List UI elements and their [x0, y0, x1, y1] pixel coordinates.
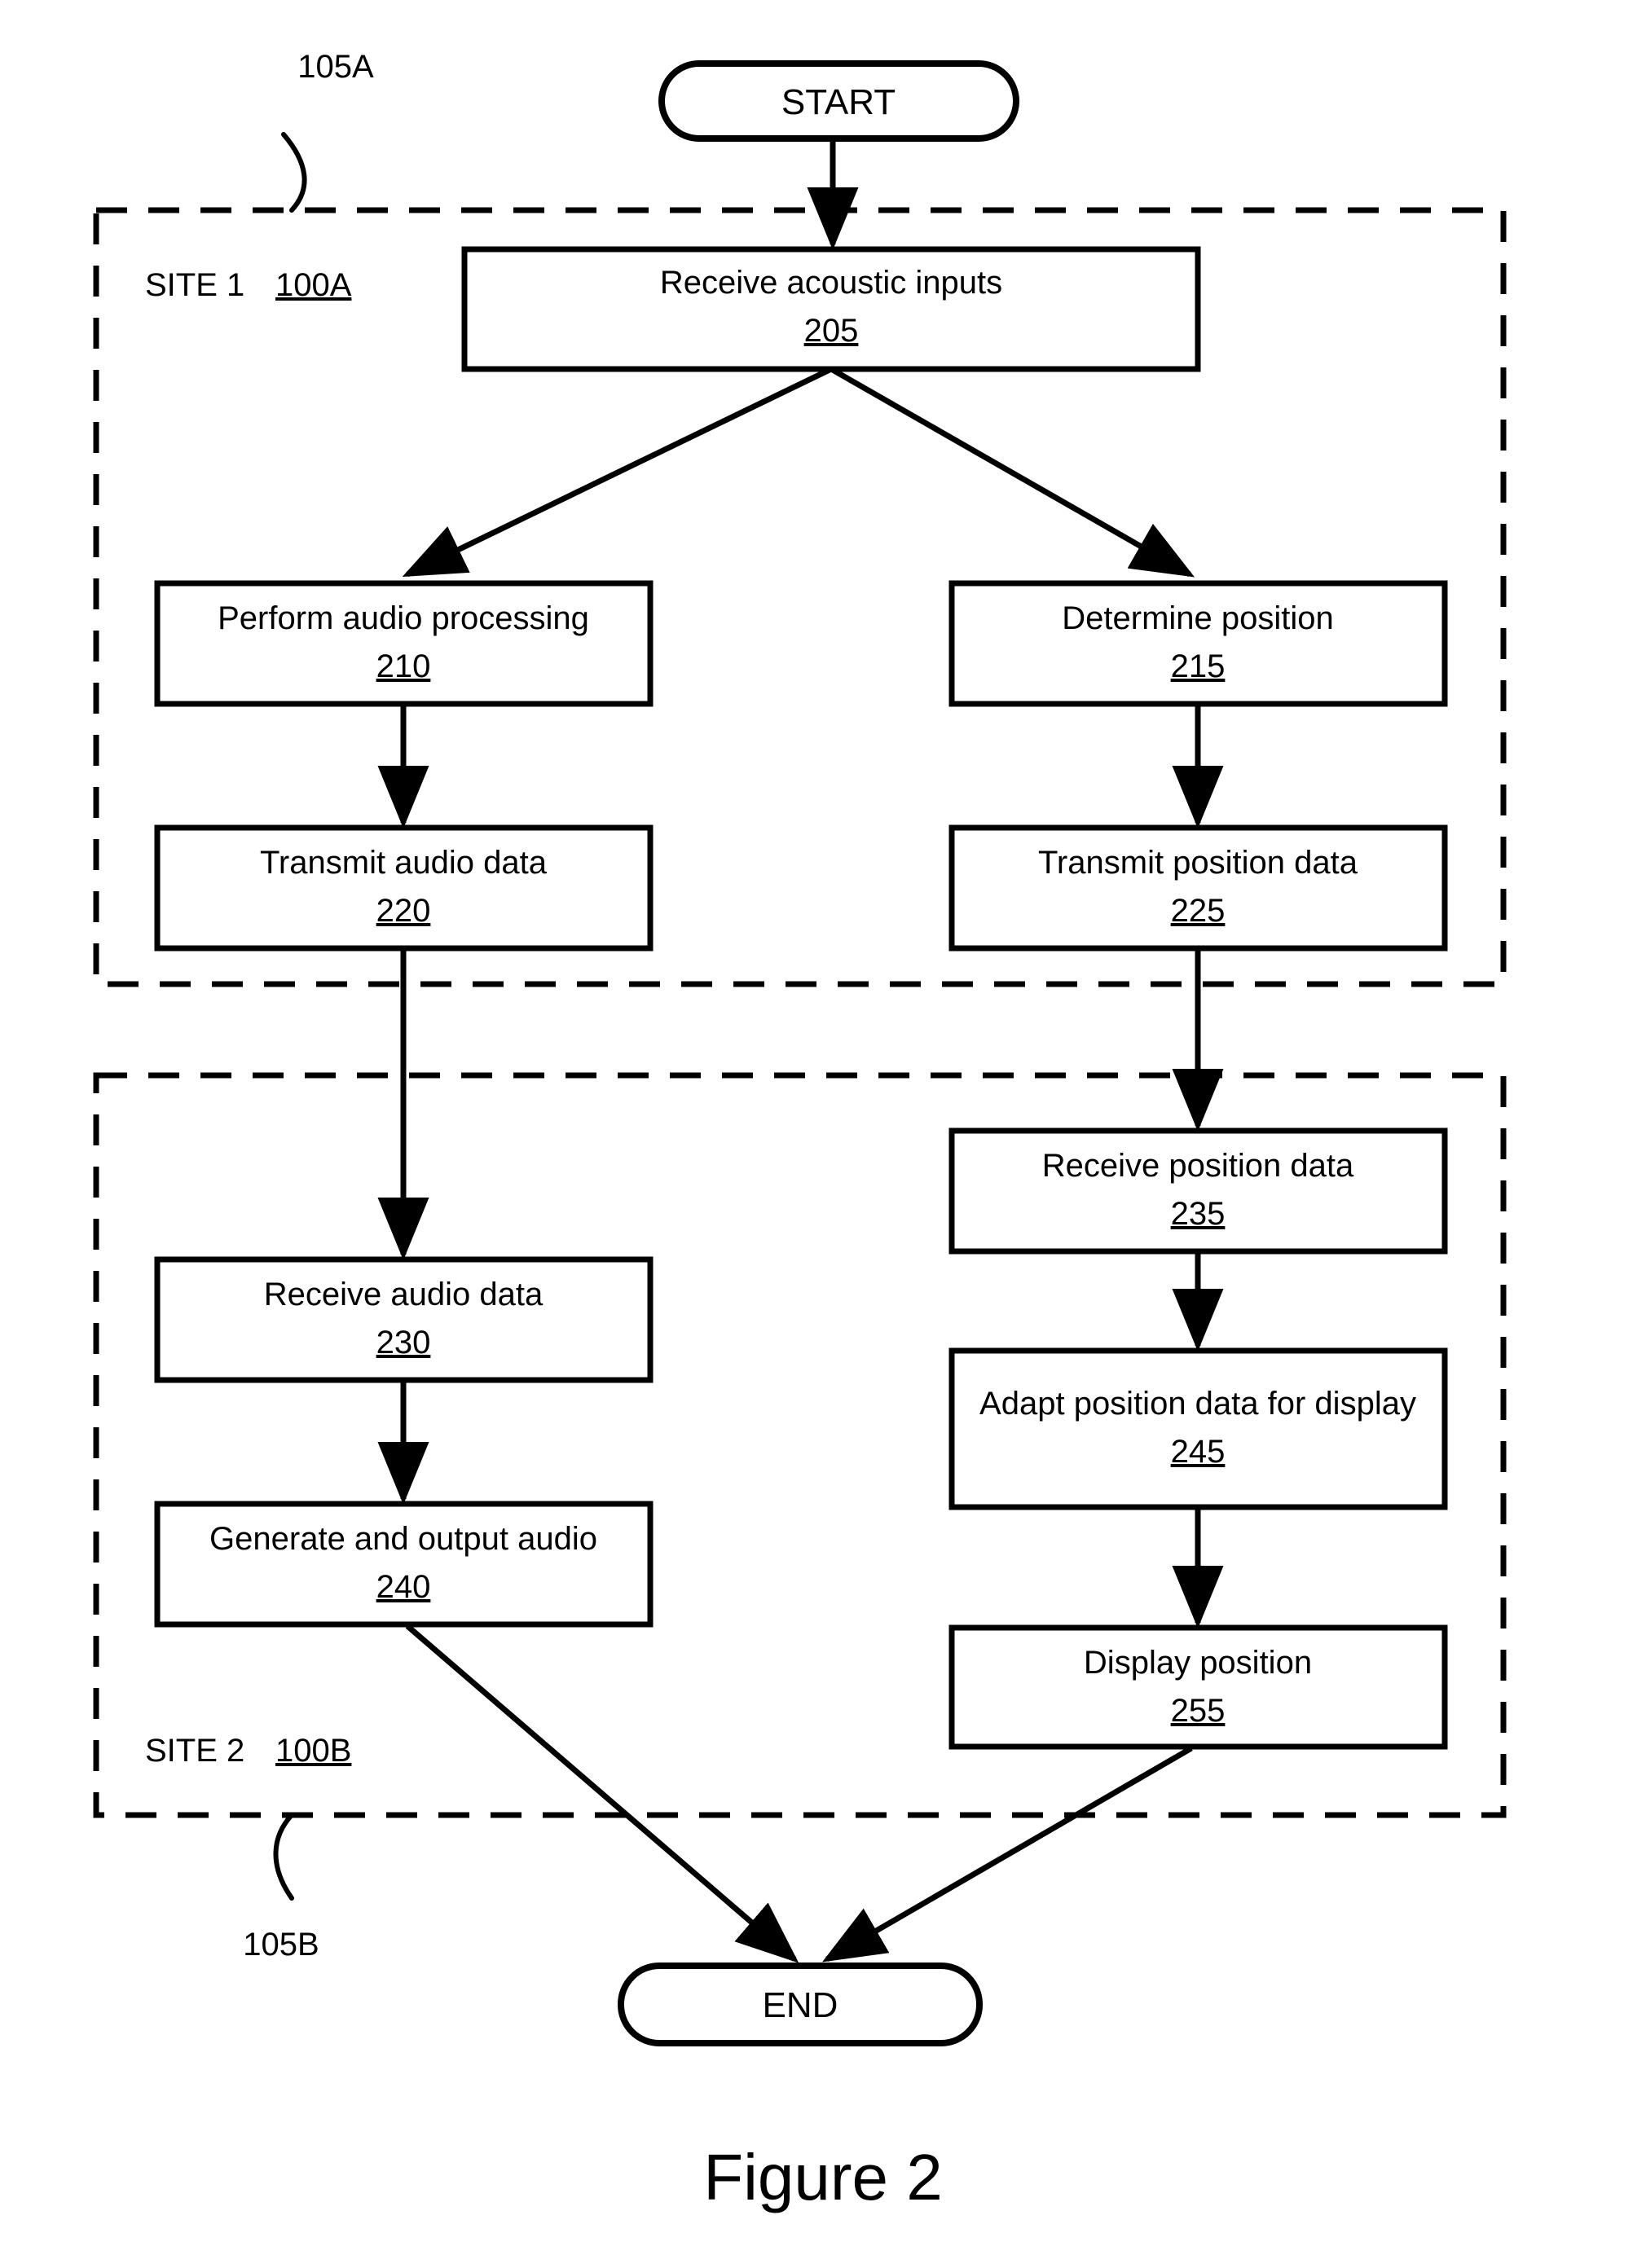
site-1-ref: 100A: [275, 267, 352, 303]
step-210-label: Perform audio processing: [218, 600, 589, 636]
step-255-label: Display position: [1084, 1645, 1312, 1681]
edge-205-to-210: [402, 366, 833, 578]
step-215-label: Determine position: [1062, 600, 1334, 636]
step-240-label: Generate and output audio: [209, 1521, 597, 1557]
step-245-shape: [948, 1347, 1448, 1510]
callout-105b-label: 105B: [243, 1927, 319, 1963]
site-2-ref: 100B: [275, 1733, 351, 1769]
site-1-label: SITE 1: [145, 267, 244, 303]
step-205-label: Receive acoustic inputs: [660, 265, 1002, 301]
callout-105a-label: 105A: [297, 49, 374, 85]
step-215-ref: 215: [1171, 648, 1226, 684]
step-245-label: Adapt position data for display: [979, 1386, 1416, 1422]
step-205-ref: 205: [804, 313, 859, 349]
start-terminal-label: START: [781, 82, 896, 122]
flowchart-canvas: START Receive acoustic inputs 205 Perfor…: [93, 49, 1507, 2213]
step-220-ref: 220: [376, 893, 431, 929]
figure-caption: Figure 2: [703, 2141, 942, 2213]
callout-105b-leader: [273, 1813, 294, 1901]
step-230-label: Receive audio data: [264, 1277, 544, 1312]
step-210-ref: 210: [376, 648, 431, 684]
step-235-ref: 235: [1171, 1196, 1226, 1232]
step-220-label: Transmit audio data: [260, 845, 548, 881]
step-255-ref: 255: [1171, 1693, 1226, 1729]
callout-105a-leader: [281, 132, 307, 213]
step-225-ref: 225: [1171, 893, 1226, 929]
step-245-ref: 245: [1171, 1434, 1226, 1470]
edge-240-to-end: [405, 1624, 799, 1963]
step-225-label: Transmit position data: [1038, 845, 1358, 881]
step-240-ref: 240: [376, 1569, 431, 1605]
edge-255-to-end: [821, 1745, 1193, 1963]
step-230-ref: 230: [376, 1325, 431, 1360]
site-2-label: SITE 2: [145, 1733, 244, 1769]
patent-figure: START Receive acoustic inputs 205 Perfor…: [0, 0, 1646, 2268]
end-terminal-label: END: [763, 1985, 838, 2025]
step-235-label: Receive position data: [1042, 1148, 1354, 1184]
edge-205-to-215: [830, 366, 1195, 578]
